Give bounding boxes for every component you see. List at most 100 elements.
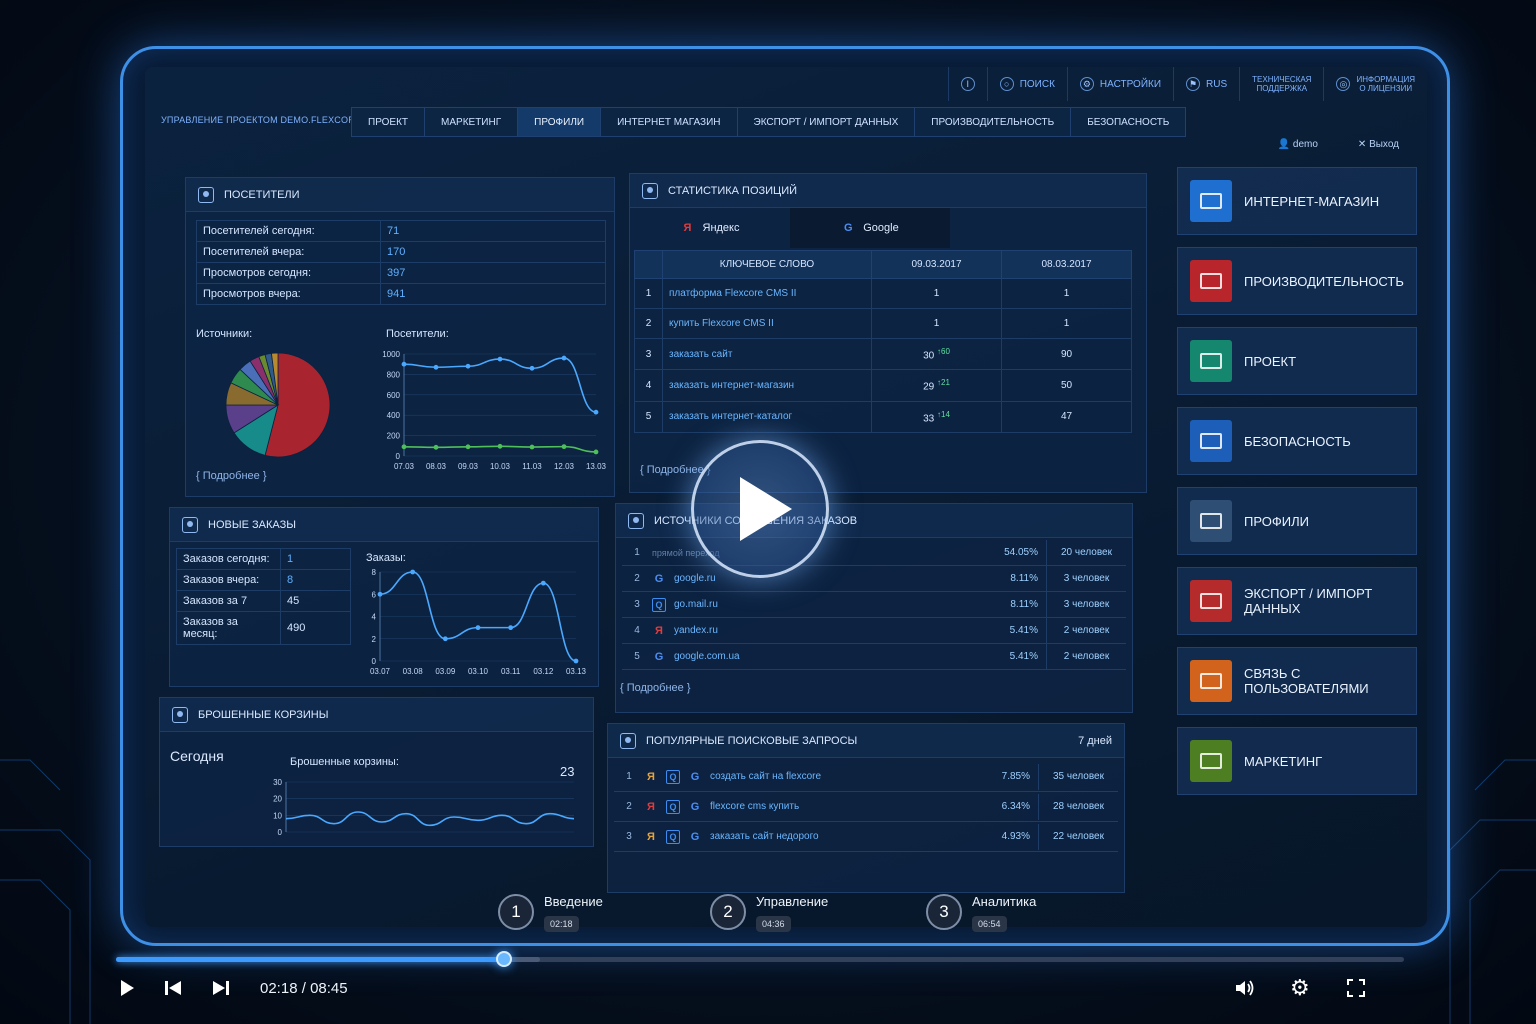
- tile-label: Производительность: [1244, 273, 1404, 289]
- play-overlay-button[interactable]: [691, 440, 829, 578]
- table-row: Посетителей вчера: 170: [196, 241, 606, 263]
- data-point: [377, 591, 383, 597]
- support-button[interactable]: Техническая поддержка: [1239, 67, 1323, 101]
- user-menu[interactable]: 👤 demo: [1278, 139, 1318, 150]
- tab-project[interactable]: Проект: [351, 107, 426, 137]
- keyword-cell[interactable]: платформа Flexcore CMS II: [662, 278, 872, 309]
- stat-value: 45: [280, 590, 351, 612]
- visitors-icon: [198, 186, 214, 203]
- tile-import-export[interactable]: Экспорт / импорт данных: [1177, 567, 1417, 635]
- query-text[interactable]: заказать сайт недорого: [710, 831, 819, 842]
- tab-profiles[interactable]: Профили: [517, 107, 602, 137]
- google-icon: G: [654, 572, 664, 585]
- source-name[interactable]: google.com.ua: [674, 651, 740, 662]
- tab-security[interactable]: Безопасность: [1070, 107, 1187, 137]
- language-button[interactable]: ⚑ RUS: [1173, 67, 1239, 101]
- visitors-more-link[interactable]: { Подробнее }: [196, 470, 267, 482]
- query-count: 28 человек: [1038, 793, 1118, 820]
- source-cell: прямой переход: [652, 548, 984, 558]
- list-item: 1 Я Q Gсоздать сайт на flexcore 7.85% 35 чело…: [614, 762, 1118, 792]
- orders-stats: Заказов сегодня: 1 Заказов вчера: 8 Заказо…: [176, 548, 351, 645]
- query-count: 35 человек: [1038, 763, 1118, 790]
- date2-cell: 1: [1001, 278, 1132, 309]
- queries-period[interactable]: 7 дней: [1078, 735, 1112, 747]
- seek-handle[interactable]: [495, 951, 512, 967]
- visitors-title: Посетители: [224, 188, 300, 201]
- flag-icon: ⚑: [1186, 77, 1201, 91]
- chess-icon: [1190, 740, 1232, 782]
- row-number: 4: [634, 369, 663, 402]
- query-text[interactable]: flexcore cms купить: [710, 801, 799, 812]
- keyword-cell[interactable]: заказать интернет-магазин: [662, 369, 872, 402]
- tile-marketing[interactable]: Маркетинг: [1177, 727, 1417, 795]
- performance-icon: [1190, 260, 1232, 302]
- tab-import-export[interactable]: Экспорт / импорт данных: [736, 107, 916, 137]
- project-icon: [1190, 340, 1232, 382]
- carts-count: 23: [560, 764, 575, 779]
- tile-profiles[interactable]: Профили: [1177, 487, 1417, 555]
- query-text[interactable]: создать сайт на flexcore: [710, 771, 821, 782]
- data-point: [401, 361, 407, 367]
- tile-shop[interactable]: Интернет-магазин: [1177, 167, 1417, 235]
- order-sources-panel: Источники совершения заказов 1прямой пер…: [615, 503, 1133, 713]
- source-name[interactable]: yandex.ru: [674, 625, 718, 636]
- source-name[interactable]: go.mail.ru: [674, 599, 718, 610]
- data-point: [497, 356, 503, 362]
- next-button[interactable]: [212, 975, 230, 1001]
- row-number: 1: [634, 547, 640, 558]
- data-point: [433, 364, 439, 370]
- project-icon-glyph: [1200, 353, 1222, 369]
- chapter-duration: 04:36: [756, 916, 791, 932]
- keyword-cell[interactable]: купить Flexcore CMS II: [662, 308, 872, 339]
- data-point: [529, 444, 535, 450]
- chapter-1[interactable]: 1 Введение 02:18: [498, 894, 603, 932]
- keyword-cell[interactable]: заказать интернет-каталог: [662, 400, 872, 433]
- logout-link[interactable]: ✕ Выход: [1358, 139, 1399, 150]
- queries-panel: Популярные поисковые запросы 7 дней 1ЯQGс…: [607, 723, 1125, 893]
- play-button[interactable]: [118, 975, 136, 1001]
- date1-cell: 30 ↑60: [871, 337, 1002, 371]
- list-item: 2 Ggoogle.ru 8.11% 3 человек: [622, 565, 1126, 592]
- chapter-3[interactable]: 3 Аналитика 06:54: [926, 894, 1036, 932]
- tab-yandex[interactable]: Я Яндекс: [630, 208, 790, 248]
- tile-project[interactable]: Проект: [1177, 327, 1417, 395]
- stat-value: 8: [280, 569, 351, 591]
- search-engine-tabs: Я Яндекс G Google: [630, 208, 1146, 248]
- data-point: [561, 444, 567, 450]
- data-point: [529, 365, 535, 371]
- table-row: Заказов вчера: 8: [176, 569, 351, 591]
- carts-header: Брошенные корзины: [160, 698, 593, 732]
- tab-google[interactable]: G Google: [790, 208, 950, 248]
- seek-bar[interactable]: [116, 951, 1404, 967]
- settings-button[interactable]: ⚙ Настройки: [1066, 67, 1173, 101]
- tab-performance[interactable]: Производительность: [914, 107, 1072, 137]
- queries-header: Популярные поисковые запросы 7 дней: [608, 724, 1124, 758]
- list-item: 3 Qgo.mail.ru 8.11% 3 человек: [622, 591, 1126, 618]
- date1-cell: 1: [871, 308, 1002, 339]
- tab-marketing[interactable]: Маркетинг: [424, 107, 519, 137]
- order-sources-more-link[interactable]: { Подробнее }: [620, 682, 691, 694]
- date2-cell: 50: [1001, 369, 1132, 402]
- chapter-2[interactable]: 2 Управление 04:36: [710, 894, 828, 932]
- settings-button-player[interactable]: ⚙: [1290, 975, 1310, 1001]
- y-tick-label: 6: [372, 590, 377, 599]
- fullscreen-button[interactable]: [1346, 975, 1366, 1001]
- mail-icon: Q: [652, 597, 666, 612]
- tile-security[interactable]: Безопасность: [1177, 407, 1417, 475]
- previous-button[interactable]: [164, 975, 182, 1001]
- info-button[interactable]: i: [947, 67, 987, 101]
- tab-shop[interactable]: Интернет магазин: [600, 107, 738, 137]
- search-button[interactable]: ○ Поиск: [986, 67, 1067, 101]
- tile-user-contact[interactable]: Связь с пользователями: [1177, 647, 1417, 715]
- list-item: 5 Ggoogle.com.ua 5.41% 2 человек: [622, 643, 1126, 670]
- tile-label: Связь с пользователями: [1244, 666, 1369, 696]
- volume-button[interactable]: [1234, 975, 1256, 1001]
- queries-icon: [620, 732, 636, 749]
- tile-performance[interactable]: Производительность: [1177, 247, 1417, 315]
- source-name[interactable]: google.ru: [674, 573, 716, 584]
- row-number: 1: [626, 771, 632, 782]
- query-cell: Я Q Gзаказать сайт недорого: [644, 829, 976, 844]
- license-button[interactable]: ◎ Информация о лицензии: [1323, 67, 1427, 101]
- list-item: 3 Я Q Gзаказать сайт недорого 4.93% 22 челове…: [614, 822, 1118, 852]
- keyword-cell[interactable]: заказать сайт: [662, 337, 872, 371]
